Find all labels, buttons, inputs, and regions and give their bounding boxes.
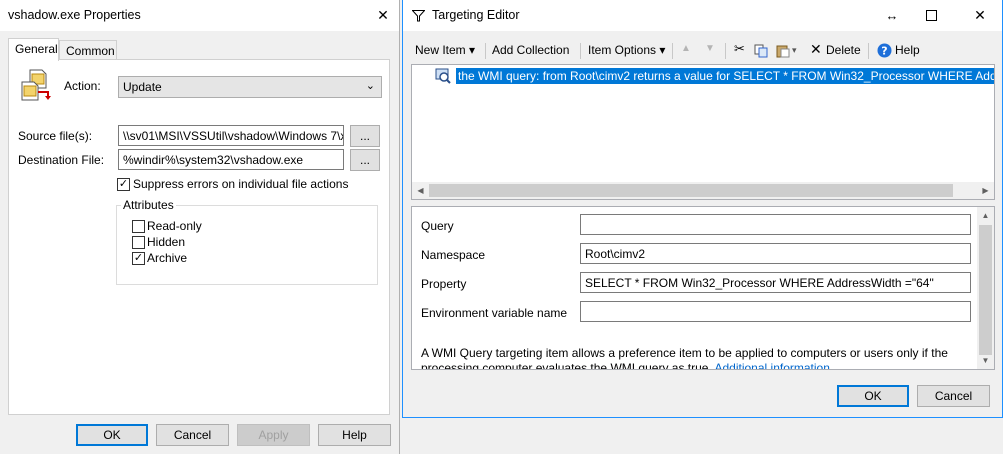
toolbar-separator [725,43,726,59]
move-down-icon[interactable]: ▼ [705,43,715,54]
read-only-label: Read-only [147,219,202,233]
horizontal-scrollbar[interactable]: ◀ ▶ [412,182,994,199]
add-collection-button[interactable]: Add Collection [492,43,569,57]
toolbar-separator [580,43,581,59]
archive-label: Archive [147,251,188,265]
help-button[interactable]: Help [318,424,391,446]
scrollbar-thumb[interactable] [979,225,992,355]
filter-icon [412,10,425,22]
general-tab-panel: Action: Update ⌄ Source file(s): \\sv01\… [8,59,390,415]
action-dropdown[interactable]: Update ⌄ [118,76,382,98]
scroll-left-icon[interactable]: ◀ [412,182,429,199]
suppress-errors-checkbox[interactable]: ✓ [117,178,130,191]
copy-icon[interactable] [754,44,768,58]
targeting-editor-window: Targeting Editor ↔ ✕ New Item ▾ Add Coll… [402,0,1003,418]
suppress-errors-label: Suppress errors on individual file actio… [133,177,349,191]
cancel-button[interactable]: Cancel [156,424,229,446]
left-window-title: vshadow.exe Properties [8,8,141,22]
source-label: Source file(s): [18,129,93,143]
tree-item-wmi-query[interactable]: the WMI query: from Root\cimv2 returns a… [456,68,994,84]
scroll-right-icon[interactable]: ▶ [977,182,994,199]
destination-browse-button[interactable]: ... [350,149,380,171]
toolbar: New Item ▾ Add Collection Item Options ▾… [403,38,1002,64]
close-icon[interactable]: ✕ [957,0,1003,31]
property-panel: Query Namespace Root\cimv2 Property SELE… [411,206,995,370]
property-field[interactable]: SELECT * FROM Win32_Processor WHERE Addr… [580,272,971,293]
wmi-query-icon [435,68,451,84]
move-up-icon[interactable]: ▲ [681,43,691,54]
attributes-group-label: Attributes [121,198,176,212]
maximize-icon[interactable] [911,0,951,31]
help-button[interactable]: Help [895,43,920,57]
query-label: Query [421,219,454,233]
query-field[interactable] [580,214,971,235]
close-icon[interactable]: ✕ [366,0,400,31]
hidden-label: Hidden [147,235,186,249]
targeting-tree: the WMI query: from Root\cimv2 returns a… [411,64,995,200]
editor-cancel-button[interactable]: Cancel [917,385,990,407]
description-body: A WMI Query targeting item allows a pref… [421,346,948,370]
destination-file-field[interactable]: %windir%\system32\vshadow.exe [118,149,344,170]
item-options-menu[interactable]: Item Options ▾ [588,43,665,57]
action-dropdown-value: Update [123,80,162,94]
help-icon[interactable]: ? [877,43,892,58]
tab-common[interactable]: Common [59,40,117,60]
namespace-field[interactable]: Root\cimv2 [580,243,971,264]
description-text: A WMI Query targeting item allows a pref… [421,346,969,370]
environment-variable-field[interactable] [580,301,971,322]
scrollbar-thumb[interactable] [429,184,953,197]
toolbar-separator [868,43,869,59]
action-label: Action: [64,79,101,93]
scroll-up-icon[interactable]: ▲ [977,207,994,224]
property-label: Property [421,277,467,291]
resize-arrows-icon: ↔ [885,8,899,23]
scroll-down-icon[interactable]: ▼ [977,352,994,369]
new-item-menu[interactable]: New Item ▾ [415,43,475,57]
toolbar-separator [672,43,673,59]
tab-general[interactable]: General [8,38,59,61]
right-title-bar: Targeting Editor ↔ ✕ [403,0,1002,31]
paste-icon[interactable] [776,44,790,58]
destination-label: Destination File: [18,153,105,167]
editor-ok-button[interactable]: OK [837,385,909,407]
delete-button[interactable]: Delete [826,43,861,57]
paste-dropdown-icon[interactable]: ▾ [792,45,797,56]
toolbar-separator [485,43,486,59]
read-only-checkbox[interactable] [132,220,145,233]
new-item-label: New Item [415,43,466,57]
apply-button[interactable]: Apply [237,424,310,446]
svg-text:?: ? [881,45,887,58]
ok-button[interactable]: OK [76,424,148,446]
right-window-title: Targeting Editor [432,8,520,22]
chevron-down-icon: ⌄ [365,80,375,92]
file-action-icon [21,69,51,101]
source-browse-button[interactable]: ... [350,125,380,147]
archive-checkbox[interactable]: ✓ [132,252,145,265]
item-options-label: Item Options [588,43,657,57]
hidden-checkbox[interactable] [132,236,145,249]
vertical-scrollbar[interactable]: ▲ ▼ [977,207,994,369]
delete-icon[interactable]: ✕ [810,41,822,58]
environment-variable-label: Environment variable name [421,306,568,320]
additional-information-link[interactable]: Additional information [714,361,829,369]
source-file-field[interactable]: \\sv01\MSI\VSSUtil\vshadow\Windows 7\x64… [118,125,344,146]
cut-icon[interactable]: ✂ [734,41,745,57]
namespace-label: Namespace [421,248,486,262]
left-title-bar: vshadow.exe Properties ✕ [0,0,399,31]
properties-window: vshadow.exe Properties ✕ General Common … [0,0,400,454]
